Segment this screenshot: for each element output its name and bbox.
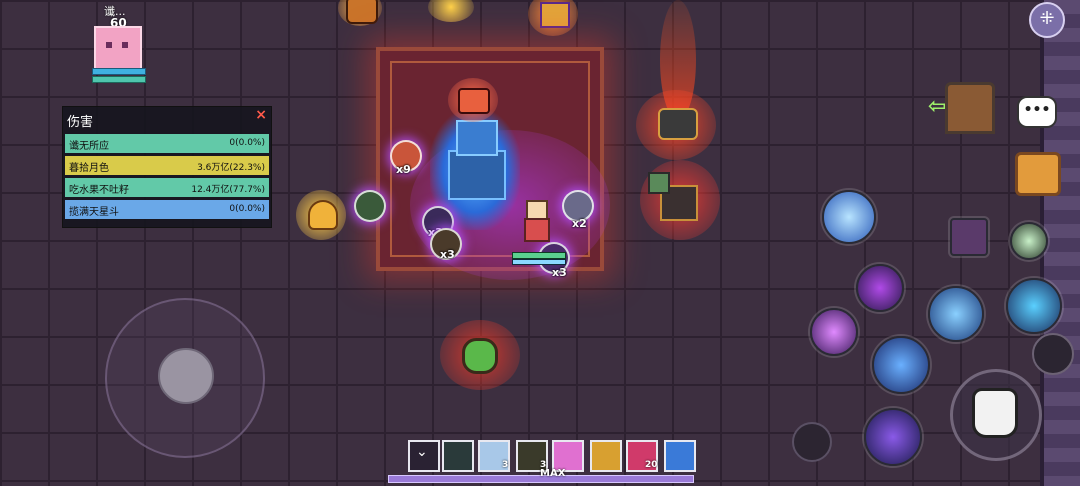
skill-wolf-button[interactable] <box>872 336 930 394</box>
backpack-button[interactable] <box>1015 152 1061 196</box>
weapon-swap-button[interactable] <box>1032 333 1074 375</box>
hotbar-count: 20 <box>645 460 658 470</box>
player-field-hp-bar <box>512 252 566 259</box>
player-hp-bar <box>92 68 146 75</box>
red-crystal-icon <box>458 88 490 114</box>
skill-vortex-button[interactable] <box>1006 278 1062 334</box>
joystick-knob[interactable] <box>158 348 214 404</box>
green-plant-enemy-icon <box>462 338 498 374</box>
chat-icon: ••• <box>1023 102 1051 118</box>
chevron-down-icon: ⌄ <box>416 444 428 460</box>
hotbar-slot-blue-flower[interactable] <box>664 440 696 472</box>
small-enemy-icon <box>648 172 670 194</box>
hotbar-slot-crown[interactable] <box>590 440 622 472</box>
damage-row-name: 暮拾月色 <box>69 163 109 174</box>
statue-pedestal[interactable] <box>448 150 506 200</box>
hotbar-collapse-button[interactable]: ⌄ <box>408 440 440 472</box>
damage-row-value: 0(0.0%) <box>229 138 265 148</box>
damage-panel: 伤害 × 谶无所应 0(0.0%) 暮拾月色 3.6万亿(22.3%) 吃水果不… <box>62 106 272 228</box>
skill-slot-small[interactable] <box>950 218 988 256</box>
skill-ice-field-button[interactable] <box>928 286 984 342</box>
close-icon[interactable]: × <box>255 107 267 123</box>
skill-dark-mask-button[interactable] <box>856 264 904 312</box>
menu-icon[interactable]: ⁜ <box>1029 2 1065 38</box>
damage-row: 吃水果不吐籽 12.4万亿(77.7%) <box>65 178 269 197</box>
damage-row-name: 吃水果不吐籽 <box>69 185 129 196</box>
skill-shadow-button[interactable] <box>864 408 922 466</box>
top-orange-item-icon <box>346 0 378 24</box>
player-field-mana-bar <box>512 259 566 265</box>
skill-wind-button[interactable] <box>822 190 876 244</box>
damage-row-value: 0(0.0%) <box>229 204 265 214</box>
skill-crystal-button[interactable] <box>810 308 858 356</box>
top-crown-icon <box>540 2 570 28</box>
damage-row-name: 揽满天星斗 <box>69 207 119 218</box>
damage-panel-title: 伤害 <box>67 115 94 130</box>
avatar <box>94 26 142 70</box>
drop-count: x3 <box>552 266 567 279</box>
damage-row: 暮拾月色 3.6万亿(22.3%) <box>65 156 269 175</box>
drop-count: x9 <box>396 163 411 176</box>
damage-row-value: 3.6万亿(22.3%) <box>197 163 265 173</box>
skill-green-ghost-button[interactable] <box>1010 222 1048 260</box>
damage-row-value: 12.4万亿(77.7%) <box>191 185 265 195</box>
player-character <box>518 200 552 244</box>
exit-door-button[interactable] <box>945 82 995 134</box>
player-portrait[interactable]: 谶... 60 <box>90 5 146 83</box>
damage-row: 揽满天星斗 0(0.0%) <box>65 200 269 219</box>
drop-count: x3 <box>440 248 455 261</box>
exit-arrow-icon: ⇦ <box>928 94 947 119</box>
damage-row-name: 谶无所应 <box>69 141 109 152</box>
damage-row: 谶无所应 0(0.0%) <box>65 134 269 153</box>
statue-figure[interactable] <box>456 120 498 156</box>
player-energy-bar <box>92 76 146 83</box>
player-body <box>524 218 550 242</box>
hotbar-count: 3 <box>502 460 509 470</box>
experience-label: MAX <box>540 468 566 479</box>
drop-count: x2 <box>572 217 587 230</box>
glove-icon <box>972 388 1018 438</box>
turret-enemy-icon <box>658 108 698 140</box>
drop-item[interactable] <box>354 190 386 222</box>
gold-ghost-icon <box>308 200 338 230</box>
potion-button[interactable] <box>792 422 832 462</box>
hotbar-slot-shadow-pet[interactable] <box>442 440 474 472</box>
chat-button[interactable]: ••• <box>1017 96 1057 128</box>
